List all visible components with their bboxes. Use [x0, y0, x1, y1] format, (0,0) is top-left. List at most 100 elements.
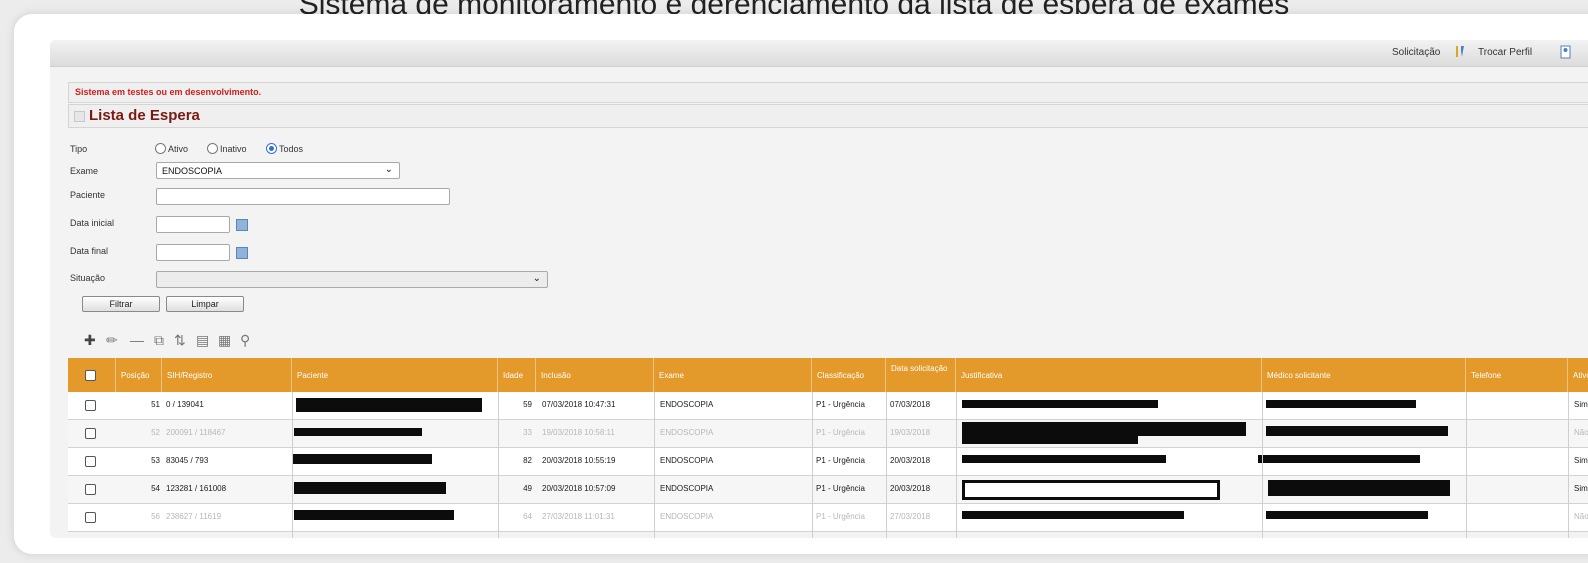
- column-divider: [1466, 392, 1467, 538]
- warning-bar: Sistema em testes ou em desenvolvimento.: [68, 82, 1588, 103]
- col-exame[interactable]: Exame: [654, 358, 812, 392]
- solicitacao-link[interactable]: Solicitação: [1392, 47, 1440, 58]
- title-bar: Lista de Espera: [68, 104, 1588, 128]
- col-medico[interactable]: Médico solicitante: [1262, 358, 1466, 392]
- table-row[interactable]: 51 0 / 139041 59 07/03/2018 10:47:31 ENDOSCO…: [68, 392, 1588, 420]
- cell-registro: 238627 / 11619: [166, 512, 222, 521]
- paciente-label: Paciente: [70, 190, 106, 200]
- cell-inclusao: 07/03/2018 10:47:31: [542, 400, 616, 409]
- top-bar: Solicitação Trocar Perfil: [50, 40, 1588, 67]
- column-divider: [1262, 392, 1263, 538]
- exame-value: ENDOSCOPIA: [162, 166, 223, 176]
- cell-classificacao: P1 - Urgência: [816, 428, 865, 437]
- cell-ativo: Não: [1574, 512, 1588, 521]
- table-row[interactable]: 54 123281 / 161008 49 20/03/2018 10:57:09 EN…: [68, 476, 1588, 504]
- cell-classificacao: P1 - Urgência: [816, 512, 865, 521]
- table-row[interactable]: 53 83045 / 793 82 20/03/2018 10:55:19 ENDOSC…: [68, 448, 1588, 476]
- row-checkbox[interactable]: [85, 400, 96, 411]
- remove-icon[interactable]: —: [130, 332, 144, 348]
- copy-icon[interactable]: ⧉: [154, 332, 164, 349]
- redaction-block: [962, 455, 1166, 463]
- column-divider: [1568, 392, 1569, 538]
- cell-registro: 200091 / 118467: [166, 428, 226, 437]
- select-all-checkbox[interactable]: [85, 370, 96, 381]
- cell-ativo: Sim: [1574, 456, 1588, 465]
- cell-data-solicitacao: 20/03/2018: [890, 484, 931, 493]
- radio-ativo[interactable]: [155, 143, 166, 154]
- data-inicial-label: Data inicial: [70, 218, 115, 228]
- row-checkbox[interactable]: [85, 512, 96, 523]
- cell-posicao: 51: [151, 400, 160, 409]
- radio-inativo[interactable]: [207, 143, 218, 154]
- cell-inclusao: 27/03/2018 11:01:31: [542, 512, 615, 521]
- limpar-button[interactable]: Limpar: [166, 296, 244, 312]
- situacao-select[interactable]: ⌄: [156, 271, 548, 288]
- cell-ativo: Sim: [1574, 400, 1588, 409]
- profile-icon[interactable]: [1560, 45, 1572, 59]
- row-checkbox[interactable]: [85, 428, 96, 439]
- col-telefone[interactable]: Telefone: [1466, 358, 1568, 392]
- table-row[interactable]: 52 200091 / 118467 33 19/03/2018 10:58:11 EN…: [68, 420, 1588, 448]
- chevron-down-icon: ⌄: [532, 273, 541, 284]
- redaction-block: [294, 510, 454, 520]
- tipo-label: Tipo: [70, 144, 88, 154]
- exame-label: Exame: [70, 166, 99, 176]
- col-inclusao[interactable]: Inclusão: [536, 358, 654, 392]
- data-final-input[interactable]: [156, 244, 230, 261]
- data-final-label: Data final: [70, 246, 109, 256]
- redaction-block: [962, 480, 1220, 500]
- col-data-solicitacao[interactable]: Data solicitação: [886, 358, 956, 392]
- folder-icon[interactable]: ▤: [196, 332, 209, 349]
- add-icon[interactable]: ✚: [84, 332, 96, 349]
- cell-exame: ENDOSCOPIA: [660, 428, 714, 437]
- situacao-label: Situação: [70, 273, 106, 283]
- cell-exame: ENDOSCOPIA: [660, 400, 714, 409]
- filtrar-button[interactable]: Filtrar: [82, 296, 160, 312]
- row-checkbox[interactable]: [85, 484, 96, 495]
- redaction-block: [962, 436, 1138, 444]
- redaction-block: [1266, 426, 1448, 436]
- col-idade[interactable]: Idade: [498, 358, 536, 392]
- cell-posicao: 52: [151, 428, 160, 437]
- redaction-block: [294, 482, 446, 494]
- cell-classificacao: P1 - Urgência: [816, 400, 865, 409]
- exame-select[interactable]: ENDOSCOPIA ⌄: [156, 162, 400, 179]
- move-icon[interactable]: ⇅: [174, 332, 186, 349]
- redaction-block: [1268, 480, 1450, 496]
- radio-todos[interactable]: [266, 143, 277, 154]
- cell-ativo: Sim: [1574, 484, 1588, 493]
- col-paciente[interactable]: Paciente: [292, 358, 498, 392]
- cell-posicao: 56: [151, 512, 160, 521]
- redaction-block: [1266, 511, 1428, 519]
- data-inicial-input[interactable]: [156, 216, 230, 233]
- col-posicao[interactable]: Posição: [116, 358, 162, 392]
- row-checkbox[interactable]: [85, 456, 96, 467]
- edit-icon[interactable]: ✏: [106, 332, 118, 349]
- radio-ativo-label: Ativo: [168, 144, 189, 154]
- search-icon[interactable]: ⚲: [240, 332, 250, 349]
- paciente-input[interactable]: [156, 188, 450, 205]
- page-icon: [74, 111, 85, 122]
- radio-todos-label: Todos: [279, 144, 304, 154]
- col-ativo[interactable]: Ativo: [1568, 358, 1588, 392]
- cell-idade: 33: [523, 428, 532, 437]
- table-row[interactable]: 56 238627 / 11619 64 27/03/2018 11:01:31 END…: [68, 504, 1588, 532]
- cell-inclusao: 19/03/2018 10:58:11: [542, 428, 615, 437]
- calendar-icon[interactable]: [236, 219, 248, 231]
- calendar-icon[interactable]: [236, 247, 248, 259]
- column-divider: [956, 392, 957, 538]
- col-classificacao[interactable]: Classificação: [812, 358, 886, 392]
- page-title: Lista de Espera: [89, 107, 200, 124]
- column-divider: [654, 392, 655, 538]
- list-icon[interactable]: ▦: [218, 332, 231, 349]
- redaction-block: [292, 454, 432, 464]
- col-justificativa[interactable]: Justificativa: [956, 358, 1262, 392]
- cell-classificacao: P1 - Urgência: [816, 456, 865, 465]
- tools-icon[interactable]: [1454, 45, 1466, 59]
- cell-exame: ENDOSCOPIA: [660, 456, 714, 465]
- cell-inclusao: 20/03/2018 10:55:19: [542, 456, 616, 465]
- col-registro[interactable]: SIH/Registro: [162, 358, 292, 392]
- trocar-perfil-link[interactable]: Trocar Perfil: [1478, 47, 1532, 58]
- cell-idade: 49: [523, 484, 532, 493]
- cell-data-solicitacao: 27/03/2018: [890, 512, 931, 521]
